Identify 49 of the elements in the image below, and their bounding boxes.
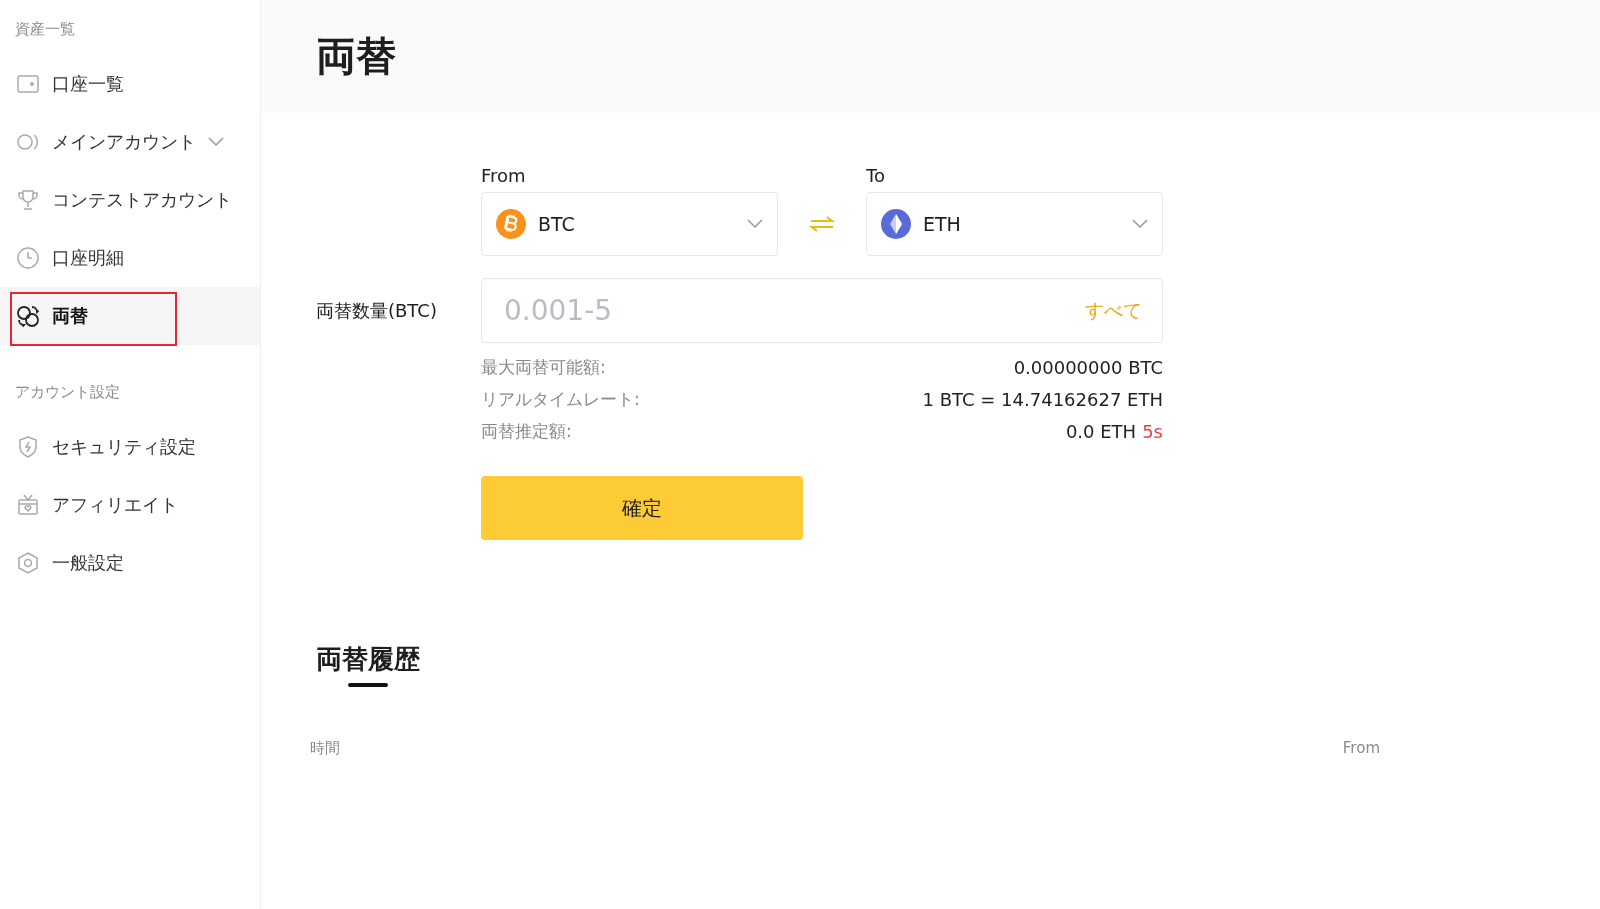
- info-label: 最大両替可能額:: [481, 355, 606, 379]
- sidebar-item-label: 一般設定: [52, 551, 124, 575]
- sidebar-item-label: メインアカウント: [52, 130, 196, 154]
- chevron-down-icon: [1132, 219, 1148, 229]
- sidebar-item-label: 口座明細: [52, 246, 124, 270]
- tab-underline: [348, 683, 388, 687]
- section-label: アカウント設定: [14, 383, 121, 402]
- wallet-icon: [16, 72, 40, 96]
- countdown: 5s: [1142, 420, 1163, 442]
- info-value: 0.00000000 BTC: [1013, 356, 1163, 378]
- section-label: 資産一覧: [14, 20, 76, 39]
- sidebar-item[interactable]: 口座明細: [0, 229, 260, 287]
- page-title: 両替: [316, 32, 396, 81]
- sidebar-item[interactable]: 両替: [0, 287, 260, 345]
- sidebar-item[interactable]: アフィリエイト: [0, 476, 260, 534]
- from-label: From: [481, 165, 527, 186]
- ethereum-icon: [881, 209, 911, 239]
- sidebar-item-label: 両替: [52, 304, 88, 328]
- gift-icon: [16, 493, 40, 517]
- chevron-down-icon: [208, 137, 224, 147]
- sidebar-item-label: セキュリティ設定: [52, 435, 196, 459]
- confirm-button[interactable]: 確定: [481, 476, 803, 540]
- bitcoin-icon: [496, 209, 526, 239]
- trophy-icon: [16, 188, 40, 212]
- sidebar-item-label: コンテストアカウント: [52, 188, 232, 212]
- sidebar-item[interactable]: セキュリティ設定: [0, 418, 260, 476]
- hexagon-icon: [16, 551, 40, 575]
- column-header: 時間: [310, 739, 340, 758]
- swap-arrows-icon: [809, 215, 835, 233]
- sidebar-item-label: 口座一覧: [52, 72, 124, 96]
- sidebar-item[interactable]: メインアカウント: [0, 113, 260, 171]
- shield-icon: [16, 435, 40, 459]
- chevron-down-icon: [747, 219, 763, 229]
- amount-label: 両替数量(BTC): [316, 298, 438, 323]
- sidebar-item[interactable]: 口座一覧: [0, 55, 260, 113]
- sidebar-item[interactable]: 一般設定: [0, 534, 260, 592]
- history-tab[interactable]: 両替履歴: [316, 642, 420, 677]
- info-label: リアルタイムレート:: [481, 387, 640, 411]
- info-value: 1 BTC = 14.74162627 ETH: [922, 388, 1163, 410]
- exchange-icon: [16, 304, 40, 328]
- info-label: 両替推定額:: [481, 419, 572, 443]
- sidebar-item[interactable]: コンテストアカウント: [0, 171, 260, 229]
- clock-icon: [16, 246, 40, 270]
- info-value: 0.0 ETH: [1065, 420, 1137, 442]
- to-select[interactable]: ETH: [866, 192, 1163, 256]
- column-header: From: [1342, 739, 1380, 758]
- from-select[interactable]: BTC: [481, 192, 778, 256]
- sidebar-item-label: アフィリエイト: [52, 493, 178, 517]
- to-label: To: [866, 165, 886, 186]
